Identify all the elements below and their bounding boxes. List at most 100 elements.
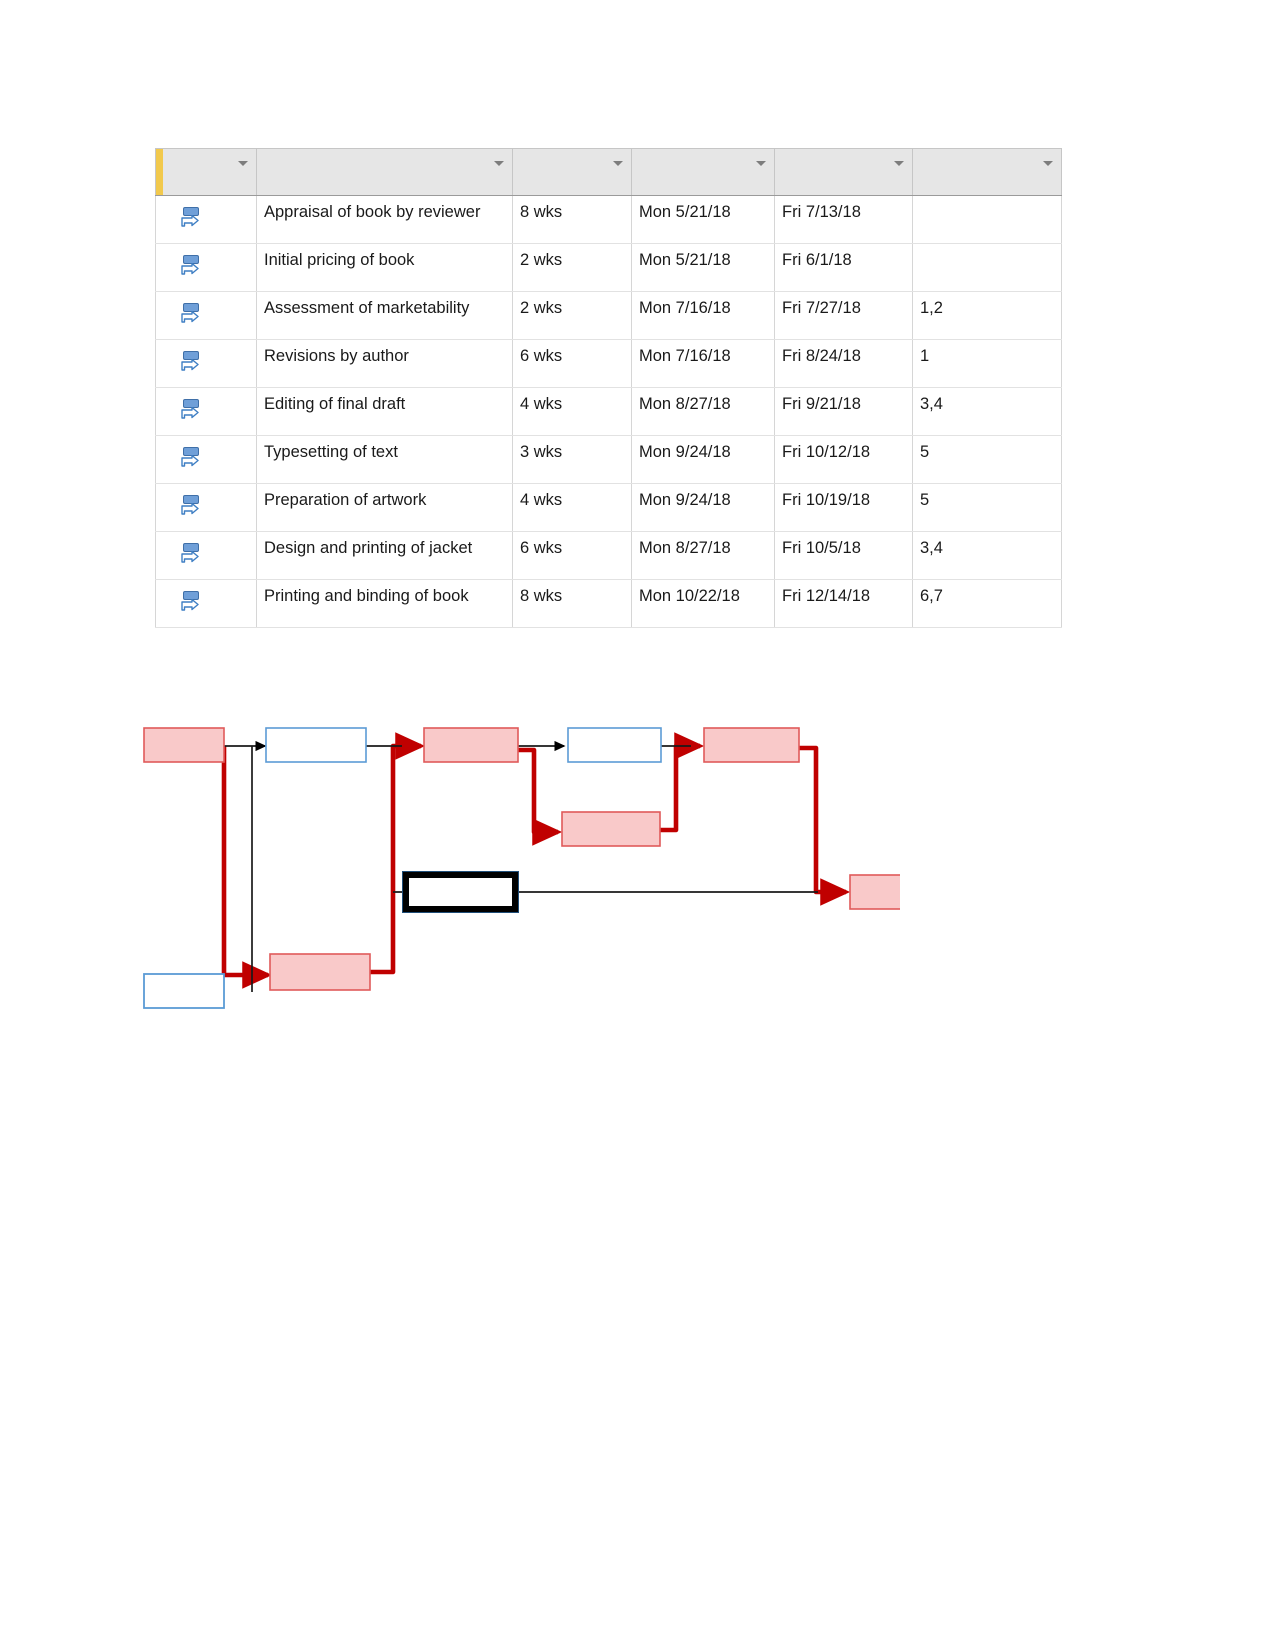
cell-start[interactable]: Mon 8/27/18: [631, 531, 775, 580]
cell-duration[interactable]: 8 wks: [512, 195, 632, 244]
cell-task-mode[interactable]: [155, 291, 257, 340]
auto-scheduled-icon: [181, 207, 203, 233]
cell-start[interactable]: Mon 9/24/18: [631, 435, 775, 484]
chevron-down-icon[interactable]: [1043, 161, 1053, 166]
column-header-duration-label: [513, 149, 631, 154]
cell-task-name[interactable]: Printing and binding of book: [256, 579, 513, 628]
cell-predecessors[interactable]: 6,7: [912, 579, 1062, 628]
cell-finish[interactable]: Fri 10/19/18: [774, 483, 913, 532]
table-row[interactable]: Printing and binding of book 8 wks Mon 10/…: [155, 579, 1062, 628]
cell-task-mode[interactable]: [155, 531, 257, 580]
chevron-down-icon[interactable]: [238, 161, 248, 166]
cell-predecessors[interactable]: 1,2: [912, 291, 1062, 340]
column-header-start[interactable]: [631, 148, 775, 196]
cell-finish[interactable]: Fri 10/5/18: [774, 531, 913, 580]
cell-duration[interactable]: 4 wks: [512, 387, 632, 436]
cell-predecessors[interactable]: [912, 195, 1062, 244]
cell-predecessors[interactable]: 5: [912, 435, 1062, 484]
network-node-4[interactable]: [269, 953, 371, 991]
project-task-table: Appraisal of book by reviewer 8 wks Mon 5/…: [155, 148, 1062, 628]
table-row[interactable]: Initial pricing of book 2 wks Mon 5/21/18 F…: [155, 243, 1062, 292]
cell-finish[interactable]: Fri 7/13/18: [774, 195, 913, 244]
cell-duration[interactable]: 2 wks: [512, 243, 632, 292]
cell-task-mode[interactable]: [155, 339, 257, 388]
auto-scheduled-icon: [181, 303, 203, 329]
cell-predecessors[interactable]: 1: [912, 339, 1062, 388]
column-header-duration[interactable]: [512, 148, 632, 196]
cell-predecessors[interactable]: 5: [912, 483, 1062, 532]
cell-task-name[interactable]: Typesetting of text: [256, 435, 513, 484]
cell-task-name[interactable]: Design and printing of jacket: [256, 531, 513, 580]
column-header-task-name-label: [257, 149, 512, 154]
cell-finish[interactable]: Fri 12/14/18: [774, 579, 913, 628]
table-row[interactable]: Editing of final draft 4 wks Mon 8/27/18 Fr…: [155, 387, 1062, 436]
column-header-task-mode-label: [156, 149, 256, 154]
cell-task-mode[interactable]: [155, 387, 257, 436]
column-header-finish-label: [775, 149, 912, 154]
cell-start[interactable]: Mon 8/27/18: [631, 387, 775, 436]
cell-task-name[interactable]: Editing of final draft: [256, 387, 513, 436]
network-node-5[interactable]: [423, 727, 519, 763]
cell-finish[interactable]: Fri 8/24/18: [774, 339, 913, 388]
cell-finish[interactable]: Fri 9/21/18: [774, 387, 913, 436]
network-node-10[interactable]: [849, 874, 900, 910]
network-node-9[interactable]: [703, 727, 800, 763]
cell-finish[interactable]: Fri 10/12/18: [774, 435, 913, 484]
column-header-task-mode[interactable]: [155, 148, 257, 196]
table-header-row: [155, 148, 1062, 196]
cell-start[interactable]: Mon 10/22/18: [631, 579, 775, 628]
chevron-down-icon[interactable]: [494, 161, 504, 166]
table-body: Appraisal of book by reviewer 8 wks Mon 5/…: [155, 195, 1062, 628]
column-header-finish[interactable]: [774, 148, 913, 196]
cell-predecessors[interactable]: 3,4: [912, 387, 1062, 436]
cell-finish[interactable]: Fri 7/27/18: [774, 291, 913, 340]
cell-task-mode[interactable]: [155, 243, 257, 292]
table-row[interactable]: Typesetting of text 3 wks Mon 9/24/18 Fri 1…: [155, 435, 1062, 484]
cell-finish[interactable]: Fri 6/1/18: [774, 243, 913, 292]
chevron-down-icon[interactable]: [894, 161, 904, 166]
table-row[interactable]: Appraisal of book by reviewer 8 wks Mon 5/…: [155, 195, 1062, 244]
cell-start[interactable]: Mon 9/24/18: [631, 483, 775, 532]
network-node-6[interactable]: [567, 727, 662, 763]
network-node-1[interactable]: [143, 727, 225, 763]
cell-predecessors[interactable]: [912, 243, 1062, 292]
cell-task-name[interactable]: Revisions by author: [256, 339, 513, 388]
table-row[interactable]: Design and printing of jacket 6 wks Mon 8/…: [155, 531, 1062, 580]
cell-duration[interactable]: 3 wks: [512, 435, 632, 484]
column-header-predecessors[interactable]: [912, 148, 1062, 196]
column-header-task-name[interactable]: [256, 148, 513, 196]
cell-task-mode[interactable]: [155, 195, 257, 244]
column-header-start-label: [632, 149, 774, 154]
cell-task-mode[interactable]: [155, 435, 257, 484]
cell-duration[interactable]: 4 wks: [512, 483, 632, 532]
chevron-down-icon[interactable]: [756, 161, 766, 166]
cell-duration[interactable]: 8 wks: [512, 579, 632, 628]
chevron-down-icon[interactable]: [613, 161, 623, 166]
cell-duration[interactable]: 2 wks: [512, 291, 632, 340]
cell-task-mode[interactable]: [155, 483, 257, 532]
task-table-container: Appraisal of book by reviewer 8 wks Mon 5/…: [155, 148, 1062, 628]
cell-task-name[interactable]: Appraisal of book by reviewer: [256, 195, 513, 244]
network-node-7[interactable]: [561, 811, 661, 847]
cell-duration[interactable]: 6 wks: [512, 531, 632, 580]
cell-task-name[interactable]: Assessment of marketability: [256, 291, 513, 340]
auto-scheduled-icon: [181, 351, 203, 377]
link-1-to-4: [221, 746, 273, 989]
network-node-2[interactable]: [143, 973, 225, 1009]
network-node-3[interactable]: [265, 727, 367, 763]
cell-start[interactable]: Mon 7/16/18: [631, 291, 775, 340]
cell-duration[interactable]: 6 wks: [512, 339, 632, 388]
table-row[interactable]: Assessment of marketability 2 wks Mon 7/16…: [155, 291, 1062, 340]
cell-predecessors[interactable]: 3,4: [912, 531, 1062, 580]
cell-task-mode[interactable]: [155, 579, 257, 628]
table-row[interactable]: Revisions by author 6 wks Mon 7/16/18 Fri 8…: [155, 339, 1062, 388]
cell-task-name[interactable]: Preparation of artwork: [256, 483, 513, 532]
network-node-8[interactable]: [402, 871, 519, 913]
cell-start[interactable]: Mon 5/21/18: [631, 243, 775, 292]
cell-start[interactable]: Mon 5/21/18: [631, 195, 775, 244]
cell-start[interactable]: Mon 7/16/18: [631, 339, 775, 388]
table-row[interactable]: Preparation of artwork 4 wks Mon 9/24/18 Fr…: [155, 483, 1062, 532]
auto-scheduled-icon: [181, 447, 203, 473]
cell-task-name[interactable]: Initial pricing of book: [256, 243, 513, 292]
critical-path-links: [221, 732, 851, 989]
